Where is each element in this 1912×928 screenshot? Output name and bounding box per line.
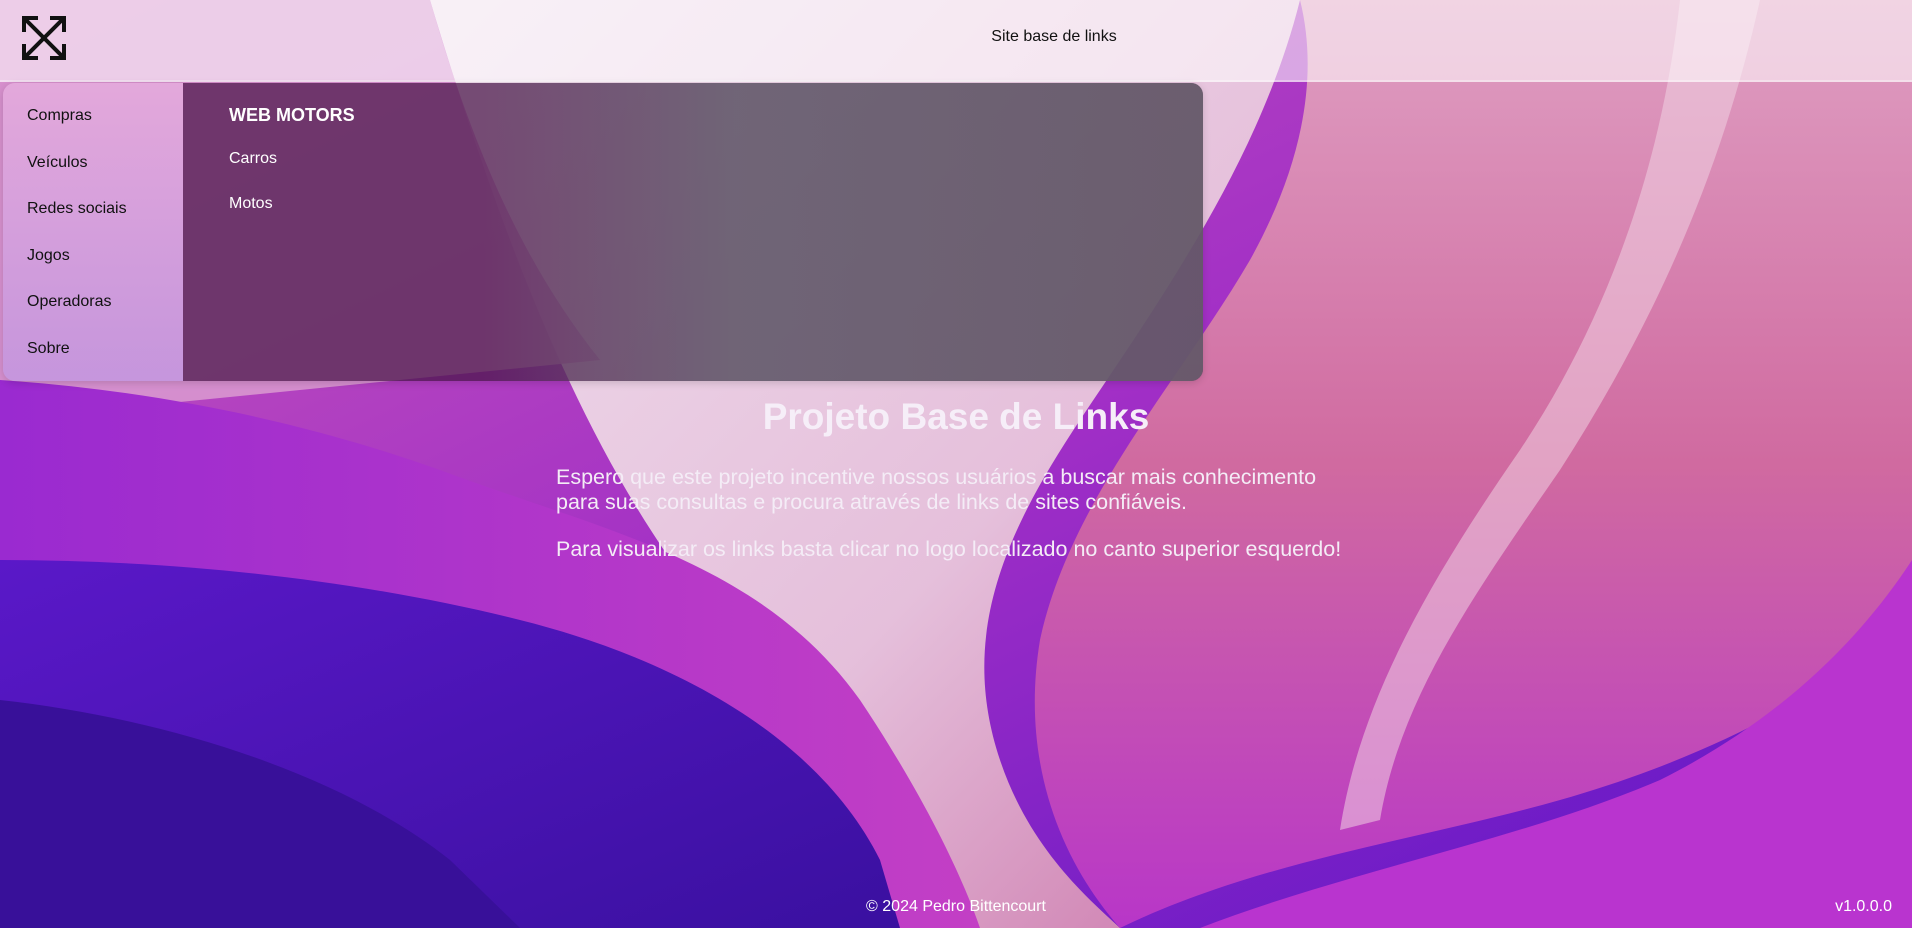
intro-paragraph: Espero que este projeto incentive nossos… <box>556 465 1317 514</box>
top-bar: Site base de links <box>0 0 1912 82</box>
footer-copyright: © 2024 Pedro Bittencourt <box>866 898 1046 915</box>
links-menu-panel: Compras Veículos Redes sociais Jogos Ope… <box>3 83 1203 381</box>
main-content: Projeto Base de Links Espero que este pr… <box>556 396 1356 584</box>
menu-item-compras[interactable]: Compras <box>3 103 183 150</box>
section-title: WEB MOTORS <box>229 105 355 125</box>
menu-sidebar: Compras Veículos Redes sociais Jogos Ope… <box>3 83 183 381</box>
menu-item-operadoras[interactable]: Operadoras <box>3 289 183 336</box>
link-carros[interactable]: Carros <box>229 150 1203 168</box>
link-motos[interactable]: Motos <box>229 195 1203 213</box>
menu-content: WEB MOTORS Carros Motos <box>183 83 1203 381</box>
menu-item-redes-sociais[interactable]: Redes sociais <box>3 196 183 243</box>
content-overlay <box>483 83 1203 381</box>
menu-item-sobre[interactable]: Sobre <box>3 336 183 382</box>
instruction-paragraph: Para visualizar os links basta clicar no… <box>556 537 1342 561</box>
site-title: Site base de links <box>991 28 1117 45</box>
menu-item-jogos[interactable]: Jogos <box>3 243 183 290</box>
version-label: v1.0.0.0 <box>1835 898 1892 915</box>
menu-item-veiculos[interactable]: Veículos <box>3 150 183 197</box>
page-title: Projeto Base de Links <box>762 396 1150 437</box>
